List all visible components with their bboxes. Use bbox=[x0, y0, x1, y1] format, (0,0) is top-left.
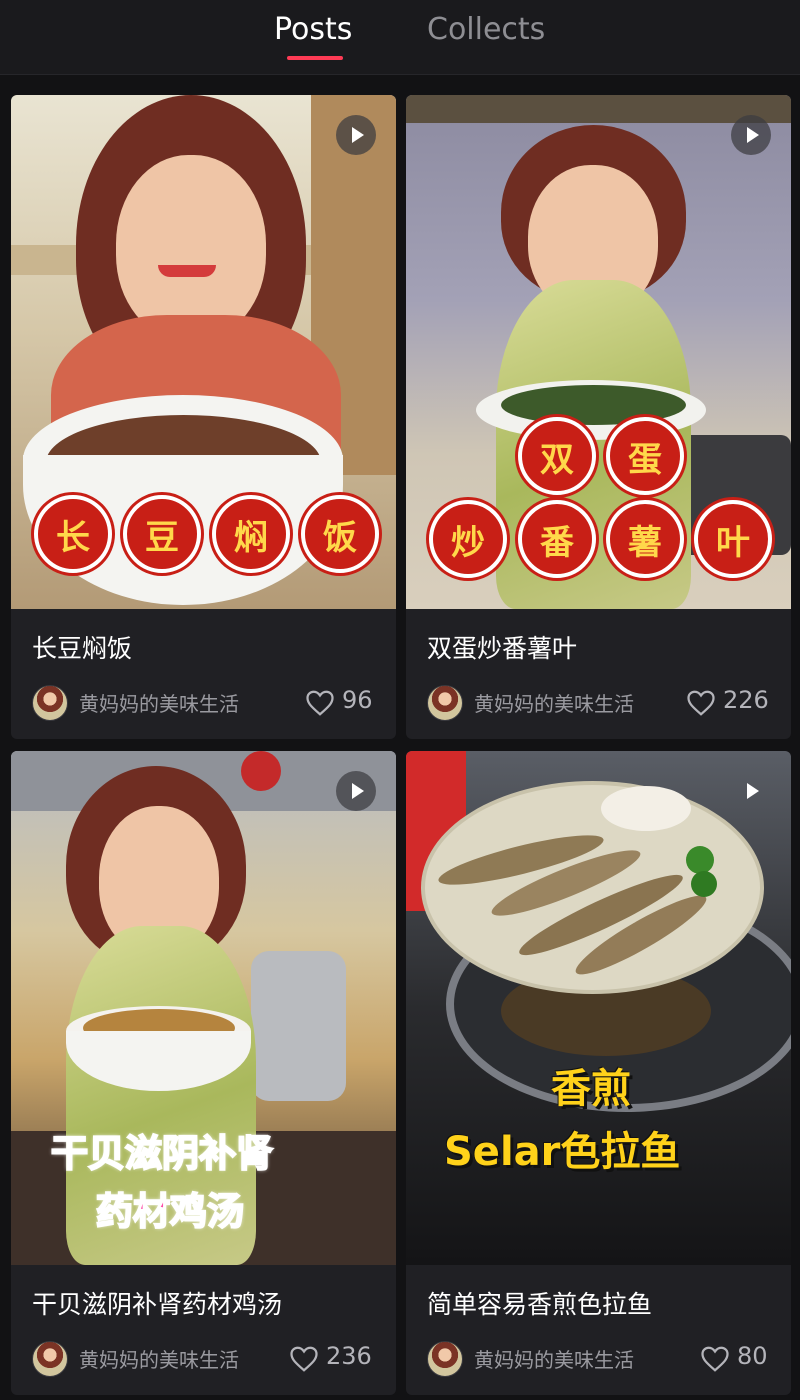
like-count: 226 bbox=[723, 686, 769, 714]
title-overlay-line: 干贝滋阴补肾 bbox=[50, 1131, 274, 1176]
play-icon bbox=[731, 771, 771, 811]
heart-icon[interactable] bbox=[305, 689, 335, 717]
title-overlay-char: 薯 bbox=[606, 500, 684, 578]
like-count: 236 bbox=[326, 1342, 372, 1370]
avatar[interactable] bbox=[427, 685, 463, 721]
title-overlay-char: 焖 bbox=[212, 495, 290, 573]
title-overlay-char: 长 bbox=[34, 495, 112, 573]
author-name[interactable]: 黄妈妈的美味生活 bbox=[79, 1344, 239, 1373]
post-card[interactable]: 双 蛋 炒 番 薯 叶 双蛋炒番薯叶 黄妈妈的美味生活 226 bbox=[406, 95, 791, 739]
play-icon bbox=[336, 115, 376, 155]
play-icon bbox=[731, 115, 771, 155]
video-thumbnail[interactable]: 双 蛋 炒 番 薯 叶 bbox=[406, 95, 791, 609]
author-name[interactable]: 黄妈妈的美味生活 bbox=[474, 688, 634, 717]
video-thumbnail[interactable]: 干贝滋阴补肾 药材鸡汤 bbox=[11, 751, 396, 1265]
heart-icon[interactable] bbox=[289, 1345, 319, 1373]
title-overlay-char: 豆 bbox=[123, 495, 201, 573]
like-count: 96 bbox=[342, 686, 373, 714]
post-title: 双蛋炒番薯叶 bbox=[427, 634, 578, 663]
like-count: 80 bbox=[737, 1342, 768, 1370]
title-overlay-char: 番 bbox=[518, 500, 596, 578]
title-overlay-line: 药材鸡汤 bbox=[95, 1189, 245, 1234]
title-overlay-char: 叶 bbox=[694, 500, 772, 578]
title-overlay-char: 双 bbox=[518, 417, 596, 495]
title-overlay-line: Selar色拉鱼 bbox=[444, 1129, 681, 1175]
active-tab-indicator bbox=[287, 56, 343, 60]
profile-tabs: Posts Collects bbox=[0, 0, 800, 75]
heart-icon[interactable] bbox=[686, 689, 716, 717]
avatar[interactable] bbox=[32, 685, 68, 721]
title-overlay-char: 饭 bbox=[301, 495, 379, 573]
heart-icon[interactable] bbox=[700, 1345, 730, 1373]
avatar[interactable] bbox=[427, 1341, 463, 1377]
post-card[interactable]: 香煎 Selar色拉鱼 简单容易香煎色拉鱼 黄妈妈的美味生活 80 bbox=[406, 751, 791, 1395]
post-title: 简单容易香煎色拉鱼 bbox=[427, 1290, 653, 1319]
post-card[interactable]: 干贝滋阴补肾 药材鸡汤 干贝滋阴补肾药材鸡汤 黄妈妈的美味生活 236 bbox=[11, 751, 396, 1395]
post-card[interactable]: 长 豆 焖 饭 长豆焖饭 黄妈妈的美味生活 96 bbox=[11, 95, 396, 739]
video-thumbnail[interactable]: 长 豆 焖 饭 bbox=[11, 95, 396, 609]
tab-posts[interactable]: Posts bbox=[274, 12, 352, 48]
title-overlay-char: 炒 bbox=[429, 500, 507, 578]
author-name[interactable]: 黄妈妈的美味生活 bbox=[79, 688, 239, 717]
post-title: 长豆焖饭 bbox=[32, 634, 133, 663]
title-overlay-line: 香煎 bbox=[551, 1066, 631, 1112]
play-icon bbox=[336, 771, 376, 811]
author-name[interactable]: 黄妈妈的美味生活 bbox=[474, 1344, 634, 1373]
avatar[interactable] bbox=[32, 1341, 68, 1377]
title-overlay-char: 蛋 bbox=[606, 417, 684, 495]
post-title: 干贝滋阴补肾药材鸡汤 bbox=[32, 1290, 283, 1319]
tab-collects[interactable]: Collects bbox=[427, 12, 545, 48]
video-thumbnail[interactable]: 香煎 Selar色拉鱼 bbox=[406, 751, 791, 1265]
